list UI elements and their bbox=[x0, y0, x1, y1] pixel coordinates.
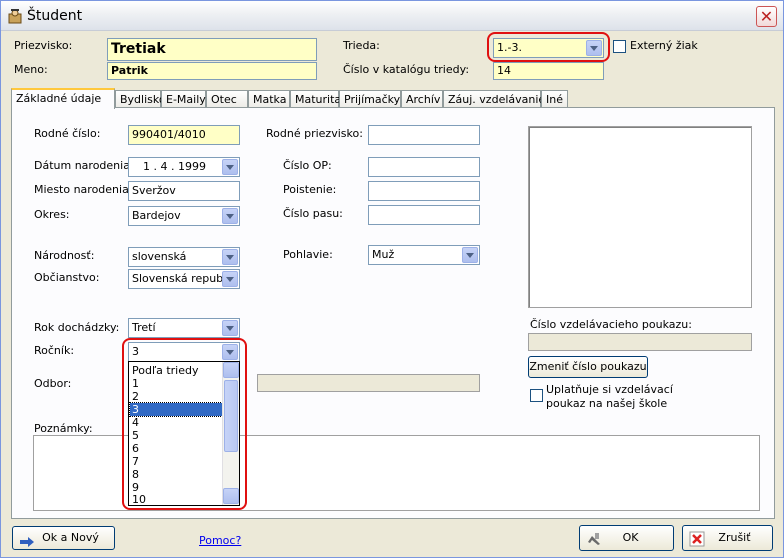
rok-dochadzky-select[interactable]: Tretí bbox=[128, 318, 240, 338]
cislo-pasu-input[interactable] bbox=[368, 205, 480, 225]
rodne-priezvisko-label: Rodné priezvisko: bbox=[266, 127, 363, 140]
datum-narodenia-picker[interactable]: 1 . 4 . 1999 bbox=[128, 157, 240, 177]
rok-dochadzky-label: Rok dochádzky: bbox=[34, 321, 120, 334]
poistenie-label: Poistenie: bbox=[283, 183, 337, 196]
narodnost-select[interactable]: slovenská bbox=[128, 247, 240, 267]
cancel-x-icon bbox=[689, 531, 705, 556]
poistenie-input[interactable] bbox=[368, 181, 480, 201]
rodne-priezvisko-input[interactable] bbox=[368, 125, 480, 145]
tab-zakladne-udaje[interactable]: Základné údaje bbox=[11, 88, 115, 109]
window-title: Študent bbox=[27, 8, 83, 24]
cislo-pasu-label: Číslo pasu: bbox=[283, 207, 343, 220]
externy-ziak-checkbox[interactable] bbox=[613, 40, 626, 53]
student-dialog: Študent ✕ Priezvisko: Tretiak Meno: Patr… bbox=[0, 0, 784, 558]
okres-label: Okres: bbox=[34, 208, 70, 221]
tab-archiv[interactable]: Archív bbox=[401, 90, 443, 108]
okres-select[interactable]: Bardejov bbox=[128, 206, 240, 226]
meno-input[interactable]: Patrik bbox=[107, 62, 317, 80]
cislo-op-label: Číslo OP: bbox=[283, 159, 332, 172]
close-button[interactable]: ✕ bbox=[756, 6, 777, 27]
tab-otec[interactable]: Otec bbox=[206, 90, 248, 108]
cislo-op-input[interactable] bbox=[368, 157, 480, 177]
rocnik-highlight bbox=[122, 338, 247, 510]
obcianstvo-value: Slovenská republ bbox=[132, 272, 227, 285]
narodnost-value: slovenská bbox=[132, 250, 187, 263]
ok-a-novy-label: Ok a Nový bbox=[42, 531, 99, 544]
zmenit-poukaz-button[interactable]: Zmeniť číslo poukazu bbox=[528, 356, 648, 378]
title-bar: Študent ✕ bbox=[1, 1, 783, 31]
katalog-input[interactable]: 14 bbox=[493, 62, 604, 80]
odbor-label: Odbor: bbox=[34, 377, 72, 390]
chevron-down-icon[interactable] bbox=[222, 320, 238, 336]
trieda-label: Trieda: bbox=[343, 39, 380, 52]
chevron-down-icon[interactable] bbox=[222, 249, 238, 265]
chevron-down-icon[interactable] bbox=[462, 247, 478, 263]
trieda-highlight bbox=[487, 32, 610, 62]
chevron-down-icon[interactable] bbox=[222, 271, 238, 287]
priezvisko-label: Priezvisko: bbox=[14, 39, 73, 52]
zrusit-button[interactable]: Zrušiť bbox=[682, 525, 773, 551]
uplatnuje-checkbox[interactable] bbox=[530, 389, 543, 402]
rocnik-label: Ročník: bbox=[34, 344, 75, 357]
narodnost-label: Národnosť: bbox=[34, 249, 95, 262]
tab-ine[interactable]: Iné bbox=[541, 90, 568, 108]
poznamky-label: Poznámky: bbox=[34, 422, 93, 435]
obcianstvo-label: Občianstvo: bbox=[34, 271, 100, 284]
datum-narodenia-value: 1 . 4 . 1999 bbox=[143, 160, 206, 173]
uplatnuje-label-line2: poukaz na našej škole bbox=[546, 397, 668, 410]
miesto-narodenia-label: Miesto narodenia: bbox=[34, 183, 133, 196]
tab-bydlisko[interactable]: Bydlisko bbox=[115, 90, 166, 108]
student-app-icon bbox=[8, 9, 22, 24]
rodne-cislo-input[interactable]: 990401/4010 bbox=[128, 125, 240, 145]
externy-ziak-label: Externý žiak bbox=[630, 39, 698, 52]
tab-e-maily[interactable]: E-Maily bbox=[161, 90, 206, 108]
meno-label: Meno: bbox=[14, 63, 48, 76]
close-icon: ✕ bbox=[759, 7, 774, 26]
pohlavie-label: Pohlavie: bbox=[283, 248, 333, 261]
pohlavie-value: Muž bbox=[372, 248, 395, 261]
obcianstvo-select[interactable]: Slovenská republ bbox=[128, 269, 240, 289]
zrusit-label: Zrušiť bbox=[718, 531, 751, 544]
arrow-right-icon bbox=[20, 533, 34, 555]
pomoc-link[interactable]: Pomoc? bbox=[199, 534, 241, 547]
ok-check-icon bbox=[586, 531, 602, 556]
pohlavie-select[interactable]: Muž bbox=[368, 245, 480, 265]
poukaz-label: Číslo vzdelávacieho poukazu: bbox=[530, 318, 692, 331]
tab-maturita[interactable]: Maturita bbox=[290, 90, 341, 108]
tab-prijimacky[interactable]: Prijímačky bbox=[339, 90, 401, 108]
ok-button[interactable]: OK bbox=[579, 525, 674, 551]
chevron-down-icon[interactable] bbox=[222, 208, 238, 224]
miesto-narodenia-input[interactable]: Sveržov bbox=[128, 181, 240, 201]
uplatnuje-label-line1: Uplatňuje si vzdelávací bbox=[546, 383, 673, 396]
rodne-cislo-label: Rodné číslo: bbox=[34, 127, 101, 140]
student-photo-area[interactable] bbox=[528, 126, 752, 308]
ok-a-novy-button[interactable]: Ok a Nový bbox=[12, 526, 115, 550]
odbor-input bbox=[257, 374, 480, 392]
datum-narodenia-label: Dátum narodenia: bbox=[34, 159, 134, 172]
tab-zauj-vzdelavanie[interactable]: Záuj. vzdelávanie bbox=[443, 90, 545, 108]
rok-dochadzky-value: Tretí bbox=[132, 321, 156, 334]
tab-matka[interactable]: Matka bbox=[248, 90, 290, 108]
ok-label: OK bbox=[622, 531, 639, 544]
okres-value: Bardejov bbox=[132, 209, 181, 222]
katalog-label: Číslo v katalógu triedy: bbox=[343, 63, 470, 76]
priezvisko-input[interactable]: Tretiak bbox=[107, 38, 317, 61]
chevron-down-icon[interactable] bbox=[222, 159, 238, 175]
poukaz-input bbox=[528, 333, 752, 351]
